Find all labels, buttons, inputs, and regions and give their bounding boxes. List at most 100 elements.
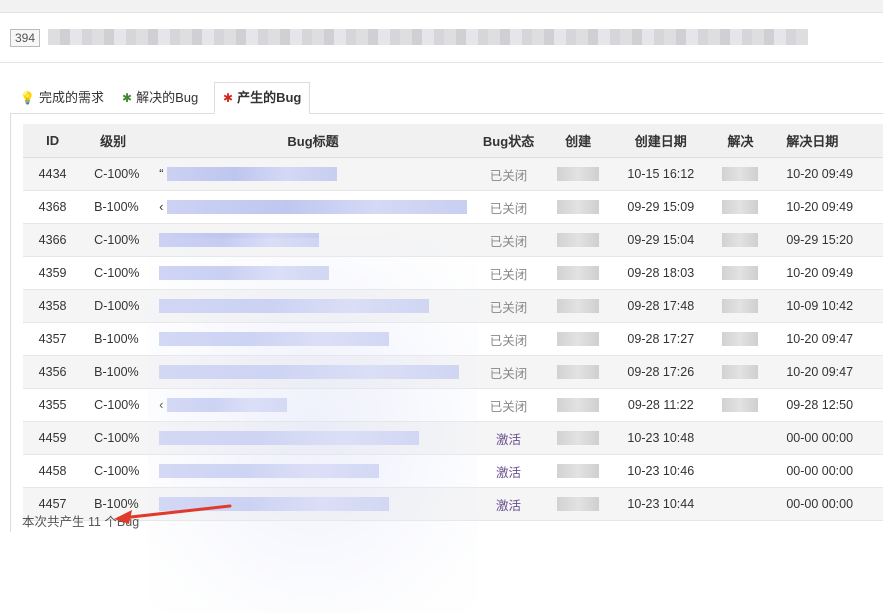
blurred-title	[159, 464, 380, 479]
col-header-creator[interactable]: 创建	[549, 124, 607, 158]
resolver	[714, 355, 767, 389]
bug-id[interactable]: 4458	[23, 454, 83, 488]
bug-level: C-100%	[82, 388, 159, 422]
col-header-level[interactable]: 级别	[82, 124, 159, 158]
blurred-title	[166, 398, 287, 413]
resolved-date: 10-20 09:49	[766, 256, 883, 290]
table-row[interactable]: 4356 B-100% 已关闭 09-28 17:26 10-20 09:47	[23, 355, 883, 389]
bug-id[interactable]: 4368	[23, 190, 83, 224]
bug-id[interactable]: 4359	[23, 256, 83, 290]
table-header-row: ID 级别 Bug标题 Bug状态 创建 创建日期 解决 解决日期	[23, 124, 883, 158]
blurred-creator	[557, 266, 600, 281]
col-header-created-date[interactable]: 创建日期	[606, 124, 715, 158]
bug-status: 激活	[467, 421, 550, 455]
created-date: 09-28 17:26	[606, 355, 715, 389]
resolver	[714, 487, 767, 521]
table-row[interactable]: 4355 C-100% ‹ 已关闭 09-28 11:22 09-28 12:50	[23, 388, 883, 422]
created-date: 10-23 10:48	[606, 421, 715, 455]
bug-status: 已关闭	[467, 190, 550, 224]
tab-produced-bugs[interactable]: ✱ 产生的Bug	[214, 82, 311, 114]
blurred-creator	[557, 200, 600, 215]
blurred-title	[159, 332, 390, 347]
col-header-status[interactable]: Bug状态	[467, 124, 550, 158]
bug-status: 已关闭	[467, 157, 550, 191]
bug-title[interactable]: “	[158, 157, 468, 191]
table-row[interactable]: 4359 C-100% 已关闭 09-28 18:03 10-20 09:49	[23, 256, 883, 290]
table-row[interactable]: 4459 C-100% 激活 10-23 10:48 00-00 00:00	[23, 421, 883, 455]
bug-id[interactable]: 4459	[23, 421, 83, 455]
blurred-resolver	[722, 365, 759, 380]
creator	[549, 322, 607, 356]
bug-id[interactable]: 4434	[23, 157, 83, 191]
resolver	[714, 190, 767, 224]
col-header-resolved-date[interactable]: 解决日期	[766, 124, 883, 158]
bug-status: 已关闭	[467, 289, 550, 323]
resolved-date: 10-20 09:49	[766, 157, 883, 191]
blurred-creator	[557, 233, 600, 248]
blurred-title	[159, 365, 460, 380]
tab-completed-stories[interactable]: 💡 完成的需求	[12, 84, 112, 112]
resolver	[714, 388, 767, 422]
blurred-title	[159, 497, 390, 512]
creator	[549, 355, 607, 389]
tab-label: 解决的Bug	[136, 90, 199, 105]
blurred-creator	[557, 398, 600, 413]
bug-title[interactable]	[158, 487, 468, 521]
blurred-resolver	[722, 200, 759, 215]
resolved-date: 09-28 12:50	[766, 388, 883, 422]
bug-title[interactable]	[158, 256, 468, 290]
bug-level: C-100%	[82, 454, 159, 488]
resolved-date: 10-09 10:42	[766, 289, 883, 323]
creator	[549, 190, 607, 224]
bug-status: 已关闭	[467, 223, 550, 257]
resolver	[714, 256, 767, 290]
bug-title[interactable]	[158, 322, 468, 356]
col-header-resolver[interactable]: 解决	[714, 124, 767, 158]
table-row[interactable]: 4358 D-100% 已关闭 09-28 17:48 10-09 10:42	[23, 289, 883, 323]
bug-id[interactable]: 4355	[23, 388, 83, 422]
bug-level: C-100%	[82, 157, 159, 191]
bug-title[interactable]	[158, 355, 468, 389]
tab-resolved-bugs[interactable]: ✱ 解决的Bug	[114, 84, 206, 112]
blurred-resolver	[722, 233, 759, 248]
bug-title[interactable]: ‹	[158, 388, 468, 422]
table-row[interactable]: 4368 B-100% ‹ 已关闭 09-29 15:09 10-20 09:49	[23, 190, 883, 224]
table-row[interactable]: 4357 B-100% 已关闭 09-28 17:27 10-20 09:47	[23, 322, 883, 356]
created-date: 09-29 15:09	[606, 190, 715, 224]
bug-title[interactable]: ‹	[158, 190, 468, 224]
creator	[549, 223, 607, 257]
blurred-resolver	[722, 299, 759, 314]
bug-status: 已关闭	[467, 388, 550, 422]
creator	[549, 454, 607, 488]
table-row[interactable]: 4457 B-100% 激活 10-23 10:44 00-00 00:00	[23, 487, 883, 521]
blurred-resolver	[722, 167, 759, 182]
bug-id[interactable]: 4358	[23, 289, 83, 323]
bug-id[interactable]: 4357	[23, 322, 83, 356]
bug-title[interactable]	[158, 454, 468, 488]
bug-id[interactable]: 4366	[23, 223, 83, 257]
created-date: 09-28 18:03	[606, 256, 715, 290]
bug-id[interactable]: 4356	[23, 355, 83, 389]
table-row[interactable]: 4366 C-100% 已关闭 09-29 15:04 09-29 15:20	[23, 223, 883, 257]
bug-title[interactable]	[158, 289, 468, 323]
bug-icon: ✱	[223, 91, 234, 105]
creator	[549, 388, 607, 422]
title-prefix: ‹	[159, 397, 164, 412]
blurred-creator	[557, 464, 600, 479]
blurred-resolver	[722, 398, 759, 413]
col-header-id[interactable]: ID	[23, 124, 83, 158]
id-badge: 394	[10, 29, 41, 47]
resolver	[714, 289, 767, 323]
creator	[549, 421, 607, 455]
tab-label: 完成的需求	[38, 90, 104, 105]
bug-level: C-100%	[82, 421, 159, 455]
table-row[interactable]: 4458 C-100% 激活 10-23 10:46 00-00 00:00	[23, 454, 883, 488]
created-date: 09-28 17:27	[606, 322, 715, 356]
col-header-title[interactable]: Bug标题	[158, 124, 468, 158]
blurred-creator	[557, 365, 600, 380]
table-row[interactable]: 4434 C-100% “ 已关闭 10-15 16:12 10-20 09:49	[23, 157, 883, 191]
bug-level: B-100%	[82, 355, 159, 389]
bug-title[interactable]	[158, 421, 468, 455]
bug-title[interactable]	[158, 223, 468, 257]
created-date: 09-28 11:22	[606, 388, 715, 422]
